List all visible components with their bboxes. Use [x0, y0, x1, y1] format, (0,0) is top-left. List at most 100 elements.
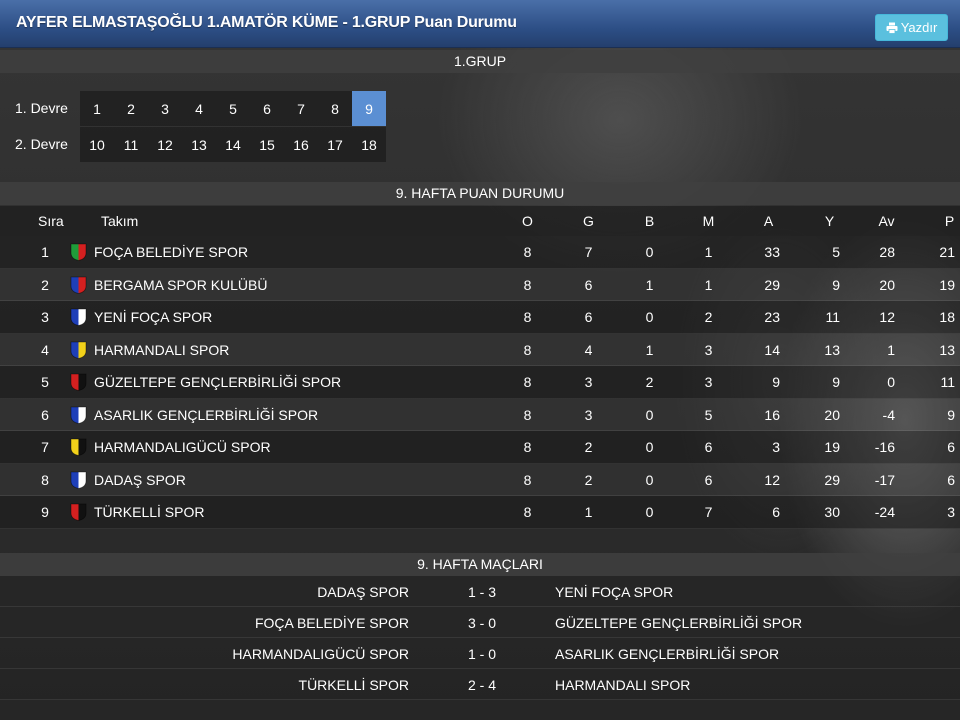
- stat-b-cell: 2: [645, 374, 654, 390]
- match-score: 3 - 0: [467, 615, 496, 631]
- week-6-button[interactable]: 6: [250, 91, 284, 126]
- stat-y-cell: 30: [824, 504, 840, 520]
- team-name-link[interactable]: GÜZELTEPE GENÇLERBİRLİĞİ SPOR: [94, 374, 341, 390]
- match-score: 2 - 4: [467, 677, 496, 693]
- col-y: Y: [824, 213, 835, 229]
- week-9-button[interactable]: 9: [352, 91, 386, 126]
- week-16-button[interactable]: 16: [284, 127, 318, 162]
- team-name-link[interactable]: TÜRKELLİ SPOR: [94, 504, 204, 520]
- stat-o-cell: 8: [523, 406, 532, 423]
- team-name-link[interactable]: HARMANDALIGÜCÜ SPOR: [94, 439, 271, 455]
- stat-m-cell: 3: [704, 374, 713, 390]
- table-row: 4 HARMANDALI SPOR 8 4 1 3 14 13 1 13: [0, 333, 960, 366]
- stat-g-cell: 7: [584, 244, 593, 260]
- team-name-link[interactable]: ASARLIK GENÇLERBİRLİĞİ SPOR: [94, 407, 318, 423]
- team-name-link[interactable]: YENİ FOÇA SPOR: [94, 309, 212, 325]
- stat-av-cell: 0: [887, 374, 895, 390]
- rank-cell: 3: [41, 309, 49, 325]
- stat-m-cell: 2: [704, 309, 713, 325]
- team-crest-icon: [70, 276, 87, 294]
- week-3-button[interactable]: 3: [148, 91, 182, 126]
- stat-y-cell: 11: [825, 309, 840, 325]
- stat-a-cell: 29: [764, 276, 780, 293]
- stat-b-cell: 0: [645, 439, 654, 455]
- stat-a-cell: 3: [772, 439, 780, 455]
- stat-b-cell: 0: [645, 471, 654, 488]
- stat-m-cell: 1: [704, 244, 713, 260]
- week-13-button[interactable]: 13: [182, 127, 216, 162]
- home-team: FOÇA BELEDİYE SPOR: [254, 615, 409, 631]
- match-row: TÜRKELLİ SPOR 2 - 4 HARMANDALI SPOR: [0, 669, 960, 700]
- week-14-button[interactable]: 14: [216, 127, 250, 162]
- team-name-link[interactable]: DADAŞ SPOR: [94, 472, 186, 488]
- team-name-link[interactable]: HARMANDALI SPOR: [94, 342, 229, 358]
- col-av: Av: [878, 213, 895, 229]
- stat-b-cell: 1: [645, 276, 654, 293]
- away-team: YENİ FOÇA SPOR: [555, 584, 674, 600]
- week-2-button[interactable]: 2: [114, 91, 148, 126]
- stat-o-cell: 8: [523, 471, 532, 488]
- week-7-button[interactable]: 7: [284, 91, 318, 126]
- stat-m-cell: 1: [704, 276, 713, 293]
- stat-o-cell: 8: [523, 439, 532, 455]
- stat-b-cell: 0: [645, 309, 654, 325]
- week-5-button[interactable]: 5: [216, 91, 250, 126]
- stat-a-cell: 9: [772, 374, 780, 390]
- stat-b-cell: 0: [645, 244, 654, 260]
- stat-b-cell: 0: [645, 406, 654, 423]
- team-crest-icon: [70, 471, 87, 489]
- stat-m-cell: 6: [704, 471, 713, 488]
- col-m: M: [702, 213, 715, 229]
- standings-header: Sıra Takım O G B M A Y Av P: [0, 206, 960, 236]
- col-team: Takım: [101, 213, 139, 229]
- week-10-button[interactable]: 10: [80, 127, 114, 162]
- col-g: G: [583, 213, 594, 229]
- table-row: 3 YENİ FOÇA SPOR 8 6 0 2 23 11 12 18: [0, 301, 960, 334]
- stat-a-cell: 33: [764, 244, 780, 260]
- table-row: 2 BERGAMA SPOR KULÜBÜ 8 6 1 1 29 9 20 19: [0, 268, 960, 301]
- print-button[interactable]: Yazdır: [875, 14, 948, 41]
- table-row: 6 ASARLIK GENÇLERBİRLİĞİ SPOR 8 3 0 5 16 20 -4 9: [0, 398, 960, 431]
- week-11-button[interactable]: 11: [114, 127, 148, 162]
- team-crest-icon: [70, 406, 87, 424]
- team-name-link[interactable]: BERGAMA SPOR KULÜBÜ: [94, 277, 268, 293]
- week-8-button[interactable]: 8: [318, 91, 352, 126]
- table-row: 5 GÜZELTEPE GENÇLERBİRLİĞİ SPOR 8 3 2 3 9 9 0 11: [0, 366, 960, 399]
- stat-y-cell: 20: [824, 406, 840, 423]
- stat-y-cell: 9: [832, 276, 840, 293]
- week-15-button[interactable]: 15: [250, 127, 284, 162]
- match-score: 1 - 0: [467, 646, 496, 662]
- week-17-button[interactable]: 17: [318, 127, 352, 162]
- stat-o-cell: 8: [523, 504, 532, 520]
- match-row: FOÇA BELEDİYE SPOR 3 - 0 GÜZELTEPE GENÇLER…: [0, 607, 960, 638]
- stat-m-cell: 5: [704, 406, 713, 423]
- stat-g-cell: 6: [584, 276, 593, 293]
- stat-y-cell: 9: [832, 374, 840, 390]
- second-half-weeks: 10 11 12 13 14 15 16 17 18: [80, 127, 386, 162]
- stat-o-cell: 8: [523, 309, 532, 325]
- stat-av-cell: 12: [879, 309, 895, 325]
- match-score: 1 - 3: [467, 584, 496, 600]
- table-row: 9 TÜRKELLİ SPOR 8 1 0 7 6 30 -24 3: [0, 496, 960, 529]
- week-4-button[interactable]: 4: [182, 91, 216, 126]
- team-crest-icon: [70, 308, 87, 326]
- stat-a-cell: 14: [764, 341, 780, 358]
- print-button-label: Yazdır: [900, 20, 938, 35]
- table-row: 8 DADAŞ SPOR 8 2 0 6 12 29 -17 6: [0, 463, 960, 496]
- stat-p-cell: 19: [939, 276, 955, 293]
- match-row: DADAŞ SPOR 1 - 3 YENİ FOÇA SPOR: [0, 576, 960, 607]
- stat-p-cell: 9: [947, 406, 955, 423]
- col-p: P: [944, 213, 955, 229]
- stat-p-cell: 21: [939, 244, 955, 260]
- week-18-button[interactable]: 18: [352, 127, 386, 162]
- stat-o-cell: 8: [523, 374, 532, 390]
- team-crest-icon: [70, 503, 87, 521]
- stat-a-cell: 12: [764, 471, 780, 488]
- week-12-button[interactable]: 12: [148, 127, 182, 162]
- away-team: ASARLIK GENÇLERBİRLİĞİ SPOR: [555, 646, 780, 662]
- week-1-button[interactable]: 1: [80, 91, 114, 126]
- stat-m-cell: 6: [704, 439, 713, 455]
- second-half-label: 2. Devre: [15, 136, 68, 152]
- team-name-link[interactable]: FOÇA BELEDİYE SPOR: [94, 244, 248, 260]
- col-rank: Sıra: [38, 213, 64, 229]
